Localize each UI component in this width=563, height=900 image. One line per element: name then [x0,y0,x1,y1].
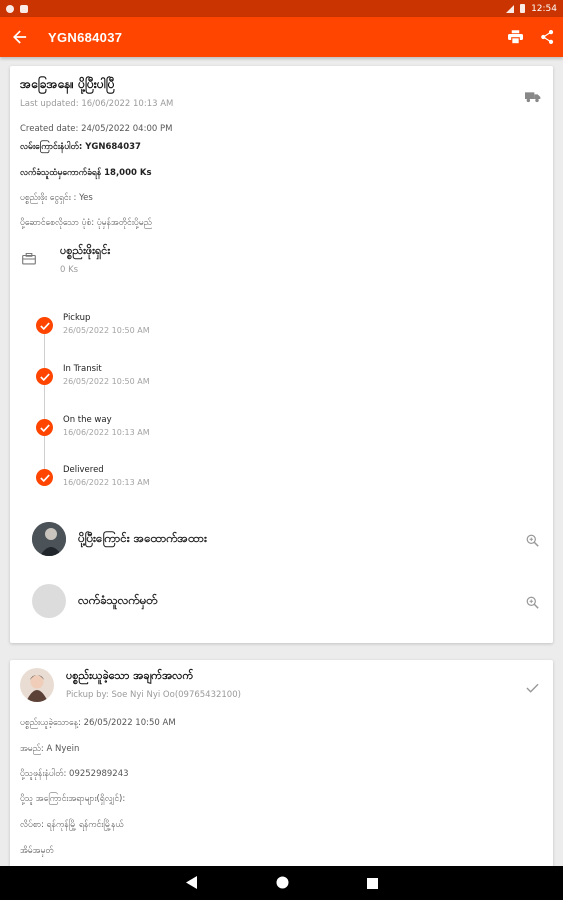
status-left-icons [6,4,28,13]
checkmark-icon [526,678,539,697]
package-amount: 0 Ks [60,265,79,275]
receiver-charge: လက်ခံသူထံမှကောက်ခံရန် 18,000 Ks [20,168,152,178]
truck-icon [525,92,541,103]
check-circle-icon [36,419,53,436]
recents-nav-button[interactable] [366,874,378,893]
timeline-label: Pickup [63,313,91,323]
app-bar: YGN684037 [0,17,563,57]
sender-note: အိမ်အမှတ် [20,846,54,856]
proof-photo-thumbnail[interactable] [32,522,66,556]
delivery-type: ပို့ဆောင်စေလိုသော ပုံစံ: ပုံမှန်အတိုင်းပ… [20,218,152,228]
pickup-info-card: ပစ္စည်းယူခဲ့သော အချက်အလက် Pickup by: Soe… [10,660,553,875]
printer-icon [507,30,523,44]
pickup-date: ပစ္စည်းယူခဲ့သောနေ့: 26/05/2022 10:50 AM [20,718,176,728]
delivery-truck-button[interactable] [525,88,541,107]
timeline-date: 16/06/2022 10:13 AM [63,428,150,437]
package-title: ပစ္စည်းဖိုးရှင်း [60,244,111,257]
triangle-back-icon [185,875,197,889]
arrow-left-icon [13,30,27,44]
back-button[interactable] [0,17,40,57]
sender-name: အမည်: A Nyein [20,744,80,754]
tracking-number: လမ်းကြောင်းနံပါတ်: YGN684037 [20,142,141,152]
pickup-person-avatar [20,668,54,702]
share-button[interactable] [531,17,563,57]
timeline-label: In Transit [63,364,102,374]
last-updated: Last updated: 16/06/2022 10:13 AM [20,99,174,109]
receiver-signature-label[interactable]: လက်ခံသူလက်မှတ် [78,593,157,610]
signal-icon [506,4,515,13]
back-nav-button[interactable] [185,874,198,893]
timeline-label: On the way [63,415,112,425]
paid-by-sender: ပစ္စည်းဖိုး ငွေရှင်း : Yes [20,193,93,203]
shipment-detail-card: အခြေအနေ။ ပို့ပြီးပါပြီ Last updated: 16/… [10,66,553,643]
status-bar: 12:54 [0,0,563,17]
package-icon [22,250,36,269]
status-title: အခြေအနေ။ ပို့ပြီးပါပြီ [20,77,115,91]
pickup-by: Pickup by: Soe Nyi Nyi Oo(09765432100) [66,690,241,700]
proof-of-delivery-label[interactable]: ပို့ပြီးကြောင်း အထောက်အထား [78,531,207,548]
check-circle-icon [36,469,53,486]
pickup-card-title: ပစ္စည်းယူခဲ့သော အချက်အလက် [66,669,194,682]
print-button[interactable] [499,17,531,57]
page-title: YGN684037 [48,29,123,45]
home-nav-button[interactable] [276,874,289,893]
timeline-date: 26/05/2022 10:50 AM [63,377,150,386]
timeline-date: 26/05/2022 10:50 AM [63,326,150,335]
check-circle-icon [36,317,53,334]
check-circle-icon [36,368,53,385]
zoom-in-icon[interactable] [526,532,539,551]
timeline-date: 16/06/2022 10:13 AM [63,478,150,487]
sender-phone: ပို့သူဖုန်းနံပါတ်: 09252989243 [20,769,129,779]
home-circle-icon [276,876,288,888]
sender-info-heading: ပို့သူ အကြောင်းအရာများ(ရှိလျှင်): [20,794,126,804]
signature-thumbnail[interactable] [32,584,66,618]
sender-address: လိပ်စာ: ရန်ကုန်မြို့ ရန်ကင်းမြို့နယ် [20,820,124,830]
share-icon [540,30,553,44]
settings-notification-icon [6,4,14,13]
zoom-in-icon[interactable] [526,594,539,613]
sd-card-notification-icon [20,4,28,13]
timeline-connector [44,331,45,481]
status-time: 12:54 [531,3,557,14]
battery-icon [520,4,526,13]
system-navigation-bar [0,866,563,900]
timeline-label: Delivered [63,465,104,475]
recents-square-icon [366,877,378,889]
created-date: Created date: 24/05/2022 04:00 PM [20,124,173,134]
status-right-icons: 12:54 [506,4,557,14]
